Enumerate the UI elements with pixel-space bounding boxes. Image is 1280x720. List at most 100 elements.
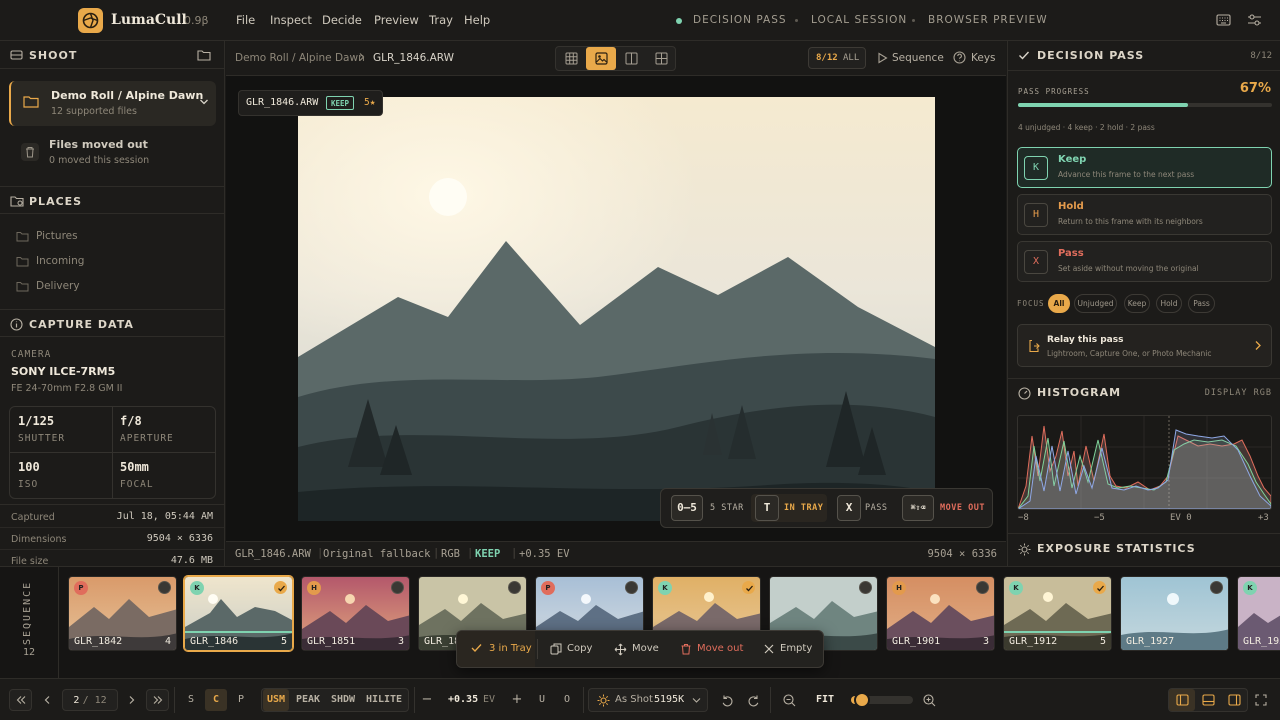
places-header: PLACES bbox=[0, 186, 224, 214]
breadcrumb-root[interactable]: Demo Roll / Alpine Dawn bbox=[235, 52, 365, 64]
thumbnail[interactable]: H GLR_1901 3 bbox=[886, 576, 995, 651]
fullscreen-icon[interactable] bbox=[1251, 689, 1271, 711]
settings-sliders-icon[interactable] bbox=[1247, 13, 1262, 27]
hint-key-move-out[interactable]: ⌘⇧⌫ bbox=[902, 495, 934, 521]
ev-decrease-button[interactable]: − bbox=[418, 689, 436, 711]
focus-chip-all[interactable]: All bbox=[1048, 294, 1070, 313]
compare-view-icon[interactable] bbox=[616, 47, 646, 70]
select-toggle-icon[interactable] bbox=[859, 581, 872, 594]
zoom-in-icon[interactable] bbox=[918, 689, 940, 711]
exposure-stats-header[interactable]: EXPOSURE STATISTICS bbox=[1008, 533, 1280, 566]
menu-preview[interactable]: Preview bbox=[374, 13, 419, 27]
keep-option[interactable]: K Keep Advance this frame to the next pa… bbox=[1017, 147, 1272, 188]
menu-tray[interactable]: Tray bbox=[429, 13, 453, 27]
ev-increase-button[interactable]: + bbox=[508, 689, 526, 711]
select-toggle-icon[interactable] bbox=[508, 581, 521, 594]
menu-file[interactable]: File bbox=[236, 13, 255, 27]
select-toggle-icon[interactable] bbox=[391, 581, 404, 594]
mode-local-session[interactable]: LOCAL SESSION bbox=[811, 14, 907, 26]
zoom-slider-handle[interactable] bbox=[854, 692, 870, 708]
underexposure-toggle[interactable]: U bbox=[533, 689, 551, 711]
move-out-button[interactable]: Move out bbox=[697, 643, 743, 654]
thumbnail[interactable]: K GLR_193 bbox=[1237, 576, 1280, 651]
focus-chip-hold[interactable]: Hold bbox=[1156, 294, 1182, 313]
focus-chip-keep[interactable]: Keep bbox=[1124, 294, 1150, 313]
select-toggle-icon[interactable] bbox=[158, 581, 171, 594]
zoom-slider[interactable] bbox=[851, 692, 913, 708]
separator-dot bbox=[912, 19, 915, 22]
moved-out-card[interactable]: Files moved out 0 moved this session bbox=[9, 134, 216, 172]
mode-decision-pass[interactable]: DECISION PASS bbox=[693, 14, 787, 26]
select-toggle-icon[interactable] bbox=[976, 581, 989, 594]
overexposure-toggle[interactable]: O bbox=[558, 689, 576, 711]
zoom-level[interactable]: FIT bbox=[808, 689, 842, 711]
thumbnail-selected[interactable]: K GLR_1846 5 bbox=[184, 576, 293, 651]
right-panel-toggle-icon[interactable] bbox=[1221, 689, 1247, 711]
grid-view-icon[interactable] bbox=[556, 47, 586, 70]
pass-option[interactable]: X Pass Set aside without moving the orig… bbox=[1017, 241, 1272, 282]
hint-key-pass[interactable]: X bbox=[837, 495, 861, 521]
play-sequence-icon[interactable] bbox=[877, 52, 888, 64]
mode-browser-preview[interactable]: BROWSER PREVIEW bbox=[928, 14, 1048, 26]
first-frame-icon[interactable] bbox=[9, 689, 32, 711]
open-folder-icon[interactable] bbox=[197, 49, 211, 61]
keyboard-icon[interactable] bbox=[1216, 13, 1231, 27]
main-photo[interactable] bbox=[298, 97, 935, 521]
highlights-toggle[interactable]: HILITE bbox=[362, 689, 406, 711]
last-frame-icon[interactable] bbox=[146, 689, 169, 711]
left-panel-toggle-icon[interactable] bbox=[1169, 689, 1195, 711]
next-frame-icon[interactable] bbox=[121, 689, 143, 711]
chevron-down-icon[interactable] bbox=[199, 98, 209, 106]
usm-toggle[interactable]: USM bbox=[263, 689, 289, 711]
filmstrip-toggle-icon[interactable] bbox=[1195, 689, 1221, 711]
single-view-icon[interactable] bbox=[586, 47, 616, 70]
tray-count-pill[interactable]: 3 in Tray bbox=[457, 631, 535, 667]
chevron-right-icon bbox=[358, 52, 366, 62]
thumbnail[interactable]: H GLR_1851 3 bbox=[301, 576, 410, 651]
shadows-toggle[interactable]: SHDW bbox=[327, 689, 359, 711]
move-button[interactable]: Move bbox=[632, 643, 659, 654]
hold-option[interactable]: H Hold Return to this frame with its nei… bbox=[1017, 194, 1272, 235]
page-indicator[interactable]: 2 / 12 bbox=[62, 689, 118, 711]
keep-badge: K bbox=[190, 581, 204, 595]
mode-s[interactable]: S bbox=[180, 689, 202, 711]
hint-key-tray[interactable]: T bbox=[755, 495, 779, 521]
selected-check-icon[interactable] bbox=[742, 581, 755, 594]
sequence-button[interactable]: Sequence bbox=[892, 52, 944, 64]
mode-p[interactable]: P bbox=[230, 689, 252, 711]
copy-button[interactable]: Copy bbox=[567, 643, 592, 654]
rotate-right-icon[interactable] bbox=[742, 689, 764, 711]
select-toggle-icon[interactable] bbox=[1210, 581, 1223, 594]
sun-icon bbox=[1018, 543, 1031, 556]
menu-inspect[interactable]: Inspect bbox=[270, 13, 312, 27]
survey-view-icon[interactable] bbox=[646, 47, 676, 70]
select-toggle-icon[interactable] bbox=[625, 581, 638, 594]
selected-check-icon[interactable] bbox=[1093, 581, 1106, 594]
zoom-out-icon[interactable] bbox=[778, 689, 800, 711]
mode-c[interactable]: C bbox=[205, 689, 227, 711]
keys-button[interactable]: Keys bbox=[971, 52, 996, 64]
menu-decide[interactable]: Decide bbox=[322, 13, 362, 27]
sequence-label-col: SEQUENCE 12 bbox=[0, 567, 59, 678]
rotate-left-icon[interactable] bbox=[716, 689, 738, 711]
peak-toggle[interactable]: PEAK bbox=[293, 689, 323, 711]
keep-badge: KEEP bbox=[326, 96, 355, 110]
menu-help[interactable]: Help bbox=[464, 13, 490, 27]
roll-card[interactable]: Demo Roll / Alpine Dawn 12 supported fil… bbox=[9, 81, 216, 126]
thumbnail[interactable]: P GLR_1842 4 bbox=[68, 576, 177, 651]
folder-icon bbox=[16, 256, 29, 267]
focus-chip-pass[interactable]: Pass bbox=[1188, 294, 1215, 313]
empty-tray-button[interactable]: Empty bbox=[780, 643, 812, 654]
white-balance-select[interactable]: As Shot 5195K bbox=[588, 688, 708, 712]
count-badge[interactable]: 8/12 ALL bbox=[808, 47, 866, 69]
thumbnail[interactable]: K GLR_1912 5 bbox=[1003, 576, 1112, 651]
hint-key-rating[interactable]: 0–5 bbox=[671, 495, 703, 521]
help-circle-icon[interactable] bbox=[953, 51, 966, 64]
thumbnail[interactable]: GLR_1927 bbox=[1120, 576, 1229, 651]
focus-chip-unjudged[interactable]: Unjudged bbox=[1074, 294, 1117, 313]
progress-fill bbox=[1018, 103, 1189, 107]
selected-check-icon[interactable] bbox=[274, 581, 287, 594]
hold-badge: H bbox=[307, 581, 321, 595]
prev-frame-icon[interactable] bbox=[36, 689, 58, 711]
relay-card[interactable]: Relay this pass Lightroom, Capture One, … bbox=[1017, 324, 1272, 367]
